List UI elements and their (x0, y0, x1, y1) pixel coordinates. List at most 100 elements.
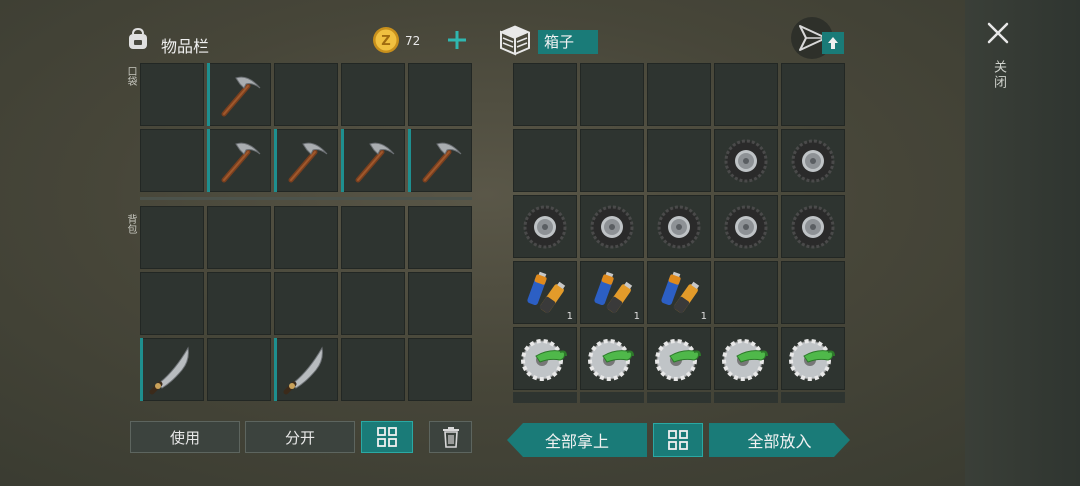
backpack-slot[interactable] (140, 206, 204, 269)
machete-icon (149, 346, 189, 394)
pocket-slot[interactable] (408, 63, 472, 126)
box-slot[interactable] (714, 129, 778, 192)
use-button[interactable]: 使用 (130, 421, 240, 453)
box-slot[interactable] (647, 129, 711, 192)
add-coins-button[interactable] (445, 28, 469, 52)
close-label[interactable]: 关闭 (988, 60, 1008, 90)
backpack-slot[interactable] (341, 338, 405, 401)
pocket-label: 口袋 (125, 66, 136, 86)
saw-blade-icon (789, 338, 835, 381)
pickaxe-icon (422, 142, 462, 182)
box-grid-next-row (513, 392, 845, 403)
pocket-slot[interactable] (207, 129, 271, 192)
backpack-slot[interactable] (274, 206, 338, 269)
item-quantity: 1 (700, 311, 707, 322)
backpack-slot[interactable] (207, 272, 271, 335)
tire-icon (791, 139, 835, 182)
backpack-slot[interactable] (408, 338, 472, 401)
box-slot[interactable] (647, 195, 711, 258)
svg-text:Z: Z (381, 34, 390, 49)
pocket-slot[interactable] (408, 129, 472, 192)
saw-blade-icon (722, 338, 768, 381)
backpack-slot[interactable] (207, 206, 271, 269)
box-icon (499, 25, 531, 56)
item-quantity: 1 (566, 311, 573, 322)
take-all-button[interactable]: 全部拿上 (507, 423, 647, 457)
backpack-slot[interactable] (408, 206, 472, 269)
backpack-slot[interactable] (408, 272, 472, 335)
box-slot[interactable] (714, 327, 778, 390)
pocket-slot[interactable] (140, 129, 204, 192)
backpack-slot[interactable] (341, 272, 405, 335)
box-slot[interactable] (580, 63, 644, 126)
backpack-grid (140, 206, 472, 401)
backpack-slot[interactable] (140, 272, 204, 335)
grid-sort-icon (668, 430, 688, 450)
batteries-icon (594, 271, 633, 313)
box-slot[interactable] (781, 63, 845, 126)
backpack-slot[interactable] (274, 338, 338, 401)
box-slot[interactable]: 1 (513, 261, 577, 324)
box-slot[interactable] (714, 63, 778, 126)
upload-arrow-icon (828, 37, 838, 49)
pickaxe-icon (221, 76, 261, 116)
batteries-icon (661, 271, 700, 313)
backpack-slot[interactable] (207, 338, 271, 401)
box-slot[interactable] (781, 195, 845, 258)
box-slot[interactable]: 1 (580, 261, 644, 324)
backpack-slot[interactable] (140, 338, 204, 401)
box-slot[interactable] (513, 129, 577, 192)
box-slot[interactable] (580, 327, 644, 390)
box-slot[interactable] (781, 129, 845, 192)
pickaxe-icon (355, 142, 395, 182)
box-slot[interactable] (714, 195, 778, 258)
container-title: 箱子 (538, 30, 598, 54)
box-slot[interactable] (513, 327, 577, 390)
pocket-slot[interactable] (140, 63, 204, 126)
box-slot[interactable] (513, 63, 577, 126)
tire-icon (791, 205, 835, 248)
tire-icon (590, 205, 634, 248)
box-slot[interactable] (647, 327, 711, 390)
pocket-slot[interactable] (207, 63, 271, 126)
saw-blade-icon (655, 338, 701, 381)
box-slot[interactable] (580, 129, 644, 192)
split-button[interactable]: 分开 (245, 421, 355, 453)
box-slot[interactable] (714, 261, 778, 324)
side-panel (965, 0, 1080, 486)
pocket-slot[interactable] (274, 63, 338, 126)
box-slot[interactable] (513, 195, 577, 258)
backpack-slot[interactable] (341, 206, 405, 269)
box-slot[interactable] (647, 63, 711, 126)
box-grid: 1 1 1 (513, 63, 845, 403)
box-slot[interactable] (580, 195, 644, 258)
grid-sort-icon (377, 427, 397, 447)
close-icon[interactable] (985, 20, 1011, 46)
backpack-label: 背包 (125, 214, 136, 234)
pickaxe-icon (288, 142, 328, 182)
box-slot[interactable]: 1 (647, 261, 711, 324)
upload-button[interactable] (822, 32, 844, 54)
put-all-button[interactable]: 全部放入 (709, 423, 850, 457)
sort-box-button[interactable] (653, 423, 703, 457)
saw-blade-icon (588, 338, 634, 381)
backpack-slot[interactable] (274, 272, 338, 335)
sort-inventory-button[interactable] (361, 421, 413, 453)
tire-icon (657, 205, 701, 248)
pickaxe-icon (221, 142, 261, 182)
machete-icon (283, 346, 323, 394)
pocket-slot[interactable] (341, 129, 405, 192)
tire-icon (724, 205, 768, 248)
pocket-slot[interactable] (341, 63, 405, 126)
box-slot[interactable] (781, 327, 845, 390)
backpack-icon (129, 27, 147, 49)
batteries-icon (527, 271, 566, 313)
box-slot[interactable] (781, 261, 845, 324)
grid-divider (140, 197, 472, 200)
trash-icon (442, 427, 459, 448)
tire-icon (523, 205, 567, 248)
coin-icon: Z (373, 27, 399, 53)
inventory-title: 物品栏 (161, 37, 210, 56)
pocket-slot[interactable] (274, 129, 338, 192)
trash-button[interactable] (429, 421, 472, 453)
